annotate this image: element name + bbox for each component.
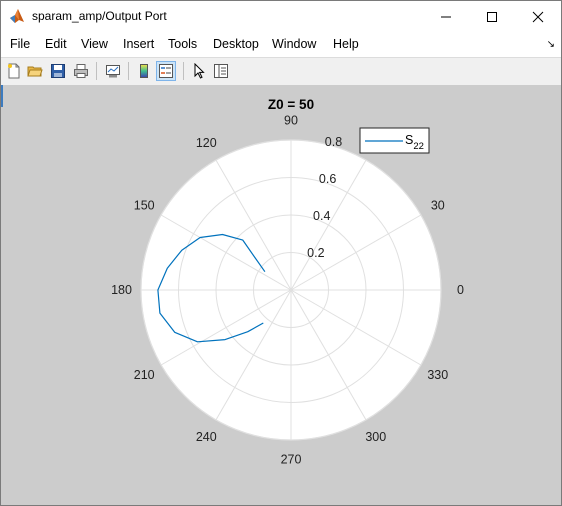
maximize-button[interactable] bbox=[469, 1, 515, 32]
save-icon bbox=[51, 64, 65, 78]
menu-file[interactable]: File bbox=[10, 37, 30, 51]
angle-tick-label: 90 bbox=[284, 114, 298, 128]
angle-tick-label: 240 bbox=[196, 430, 217, 444]
pointer-arrow-icon bbox=[194, 63, 205, 79]
chart-title: Z0 = 50 bbox=[268, 97, 314, 112]
dock-arrow-icon[interactable]: ↘ bbox=[547, 39, 555, 50]
link-plot-button[interactable] bbox=[103, 61, 123, 81]
toolbar-separator bbox=[96, 62, 97, 80]
menu-edit[interactable]: Edit bbox=[45, 37, 67, 51]
angle-tick-label: 210 bbox=[134, 368, 155, 382]
figure-toolbar bbox=[1, 57, 561, 86]
print-button[interactable] bbox=[71, 61, 91, 81]
printer-icon bbox=[74, 64, 88, 78]
colorbar-button[interactable] bbox=[134, 61, 154, 81]
close-icon bbox=[532, 11, 544, 22]
menu-window[interactable]: Window bbox=[272, 37, 316, 51]
legend-button[interactable] bbox=[156, 61, 176, 81]
figure-edge-accent bbox=[1, 85, 3, 107]
save-button[interactable] bbox=[48, 61, 68, 81]
figure-window: sparam_amp/Output Port File Edit View In… bbox=[0, 0, 562, 506]
radius-tick-label: 0.2 bbox=[307, 246, 324, 260]
menu-view[interactable]: View bbox=[81, 37, 108, 51]
angle-tick-label: 330 bbox=[427, 368, 448, 382]
toolbar-separator bbox=[128, 62, 129, 80]
menu-insert[interactable]: Insert bbox=[123, 37, 154, 51]
figure-canvas: 03060901201501802102402703003300.20.40.6… bbox=[1, 85, 561, 505]
legend-icon bbox=[159, 64, 173, 78]
radius-tick-label: 0.6 bbox=[319, 172, 336, 186]
legend: S22 bbox=[359, 127, 430, 154]
minimize-icon bbox=[441, 16, 451, 17]
close-button[interactable] bbox=[515, 1, 561, 32]
angle-tick-label: 180 bbox=[111, 283, 132, 297]
link-plot-icon bbox=[106, 65, 120, 78]
angle-tick-label: 120 bbox=[196, 136, 217, 150]
angle-tick-label: 150 bbox=[134, 198, 155, 212]
menu-desktop[interactable]: Desktop bbox=[213, 37, 259, 51]
window-title: sparam_amp/Output Port bbox=[32, 9, 167, 23]
maximize-icon bbox=[487, 11, 497, 22]
property-inspector-icon bbox=[214, 64, 228, 78]
title-bar[interactable]: sparam_amp/Output Port bbox=[1, 1, 561, 32]
edit-plot-button[interactable] bbox=[189, 61, 209, 81]
polar-plot: 03060901201501802102402703003300.20.40.6… bbox=[111, 97, 464, 467]
radius-tick-label: 0.4 bbox=[313, 209, 330, 223]
matlab-logo-icon bbox=[9, 8, 25, 24]
toolbar-separator bbox=[183, 62, 184, 80]
angle-tick-label: 270 bbox=[281, 453, 302, 467]
menu-tools[interactable]: Tools bbox=[168, 37, 197, 51]
open-folder-icon bbox=[27, 66, 43, 77]
colorbar-icon bbox=[140, 64, 148, 78]
radius-tick-label: 0.8 bbox=[325, 135, 342, 149]
open-file-button[interactable] bbox=[25, 61, 45, 81]
menu-help[interactable]: Help bbox=[333, 37, 359, 51]
property-inspector-button[interactable] bbox=[211, 61, 231, 81]
legend-entry-subscript: 22 bbox=[413, 141, 424, 152]
angle-tick-label: 30 bbox=[431, 198, 445, 212]
angle-tick-label: 300 bbox=[365, 430, 386, 444]
minimize-button[interactable] bbox=[423, 1, 469, 32]
legend-entry-base: S bbox=[405, 133, 413, 147]
new-figure-button[interactable] bbox=[4, 61, 24, 81]
angle-tick-label: 0 bbox=[457, 283, 464, 297]
menu-bar: File Edit View Insert Tools Desktop Wind… bbox=[1, 32, 561, 57]
new-file-icon bbox=[8, 63, 20, 79]
